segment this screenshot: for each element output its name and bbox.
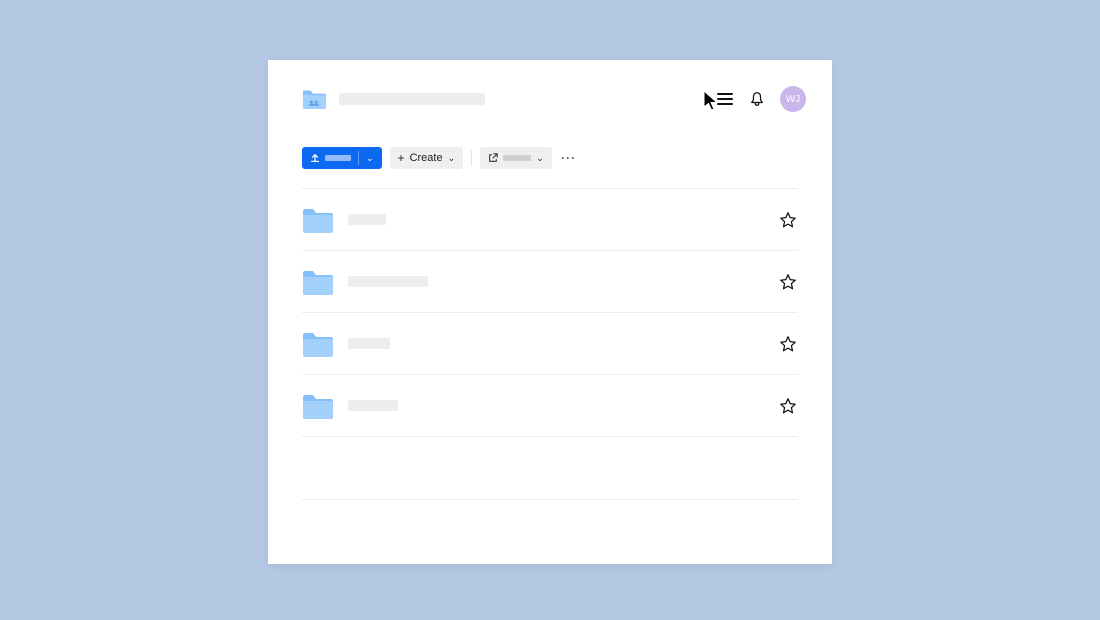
folder-icon [302, 331, 334, 357]
folder-icon [302, 393, 334, 419]
item-name [348, 276, 428, 287]
toolbar-divider [471, 150, 472, 166]
toolbar: ⌄ + Create ⌄ ⌄ ··· [268, 146, 832, 170]
plus-icon: + [398, 152, 405, 164]
folder-icon [302, 207, 334, 233]
item-name [348, 400, 398, 411]
star-button[interactable] [778, 396, 798, 416]
list-item[interactable] [302, 312, 798, 374]
chevron-down-icon: ⌄ [448, 154, 456, 163]
list-divider [302, 499, 798, 500]
upload-icon [310, 153, 320, 163]
open-external-icon [488, 153, 498, 163]
more-button[interactable]: ··· [560, 147, 578, 169]
avatar[interactable]: WJ [780, 86, 806, 112]
star-button[interactable] [778, 272, 798, 292]
list-empty-row [302, 437, 798, 499]
menu-icon[interactable] [716, 90, 734, 108]
bell-icon[interactable] [748, 90, 766, 108]
list-item[interactable] [302, 188, 798, 250]
item-name [348, 338, 390, 349]
file-list [268, 188, 832, 436]
header-actions: WJ [716, 86, 806, 112]
chevron-down-icon[interactable]: ⌄ [366, 154, 374, 163]
header: WJ [268, 82, 832, 116]
item-name [348, 214, 386, 225]
share-label [503, 155, 531, 161]
create-label: Create [410, 152, 443, 164]
create-button[interactable]: + Create ⌄ [390, 147, 464, 169]
share-button[interactable]: ⌄ [480, 147, 552, 169]
chevron-down-icon: ⌄ [536, 154, 544, 163]
star-button[interactable] [778, 334, 798, 354]
star-button[interactable] [778, 210, 798, 230]
upload-label [325, 155, 351, 161]
breadcrumb-title [339, 93, 485, 105]
list-item[interactable] [302, 250, 798, 312]
app-window: WJ ⌄ + Create ⌄ ⌄ ··· [268, 60, 832, 564]
list-item[interactable] [302, 374, 798, 436]
folder-icon [302, 269, 334, 295]
upload-button[interactable]: ⌄ [302, 147, 382, 169]
shared-folder-icon [302, 89, 327, 109]
